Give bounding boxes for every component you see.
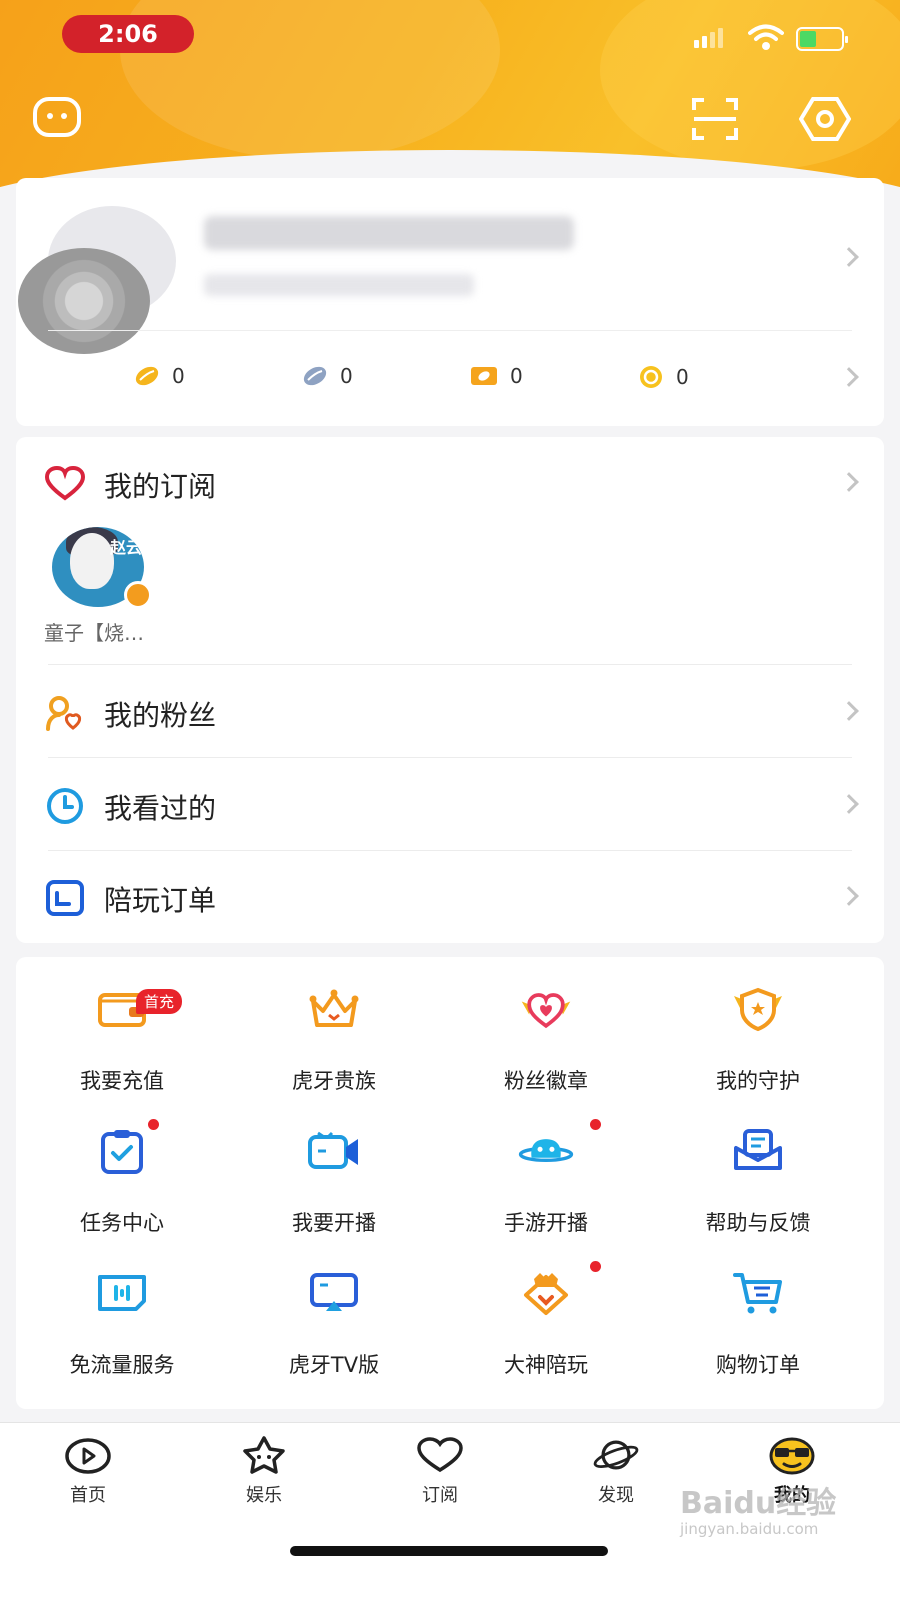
heart-icon [44,463,86,505]
chevron-right-icon [839,701,859,721]
my-fans-row[interactable]: 我的粉丝 [16,666,884,758]
scan-icon[interactable] [688,92,742,146]
crown-icon [306,981,362,1037]
gamepad-icon [518,1123,574,1179]
grid-start-live[interactable]: 我要开播 [228,1115,440,1235]
chevron-right-icon [839,472,859,492]
shield-badge-icon [730,981,786,1037]
status-time: 2:06 [62,15,194,53]
grid-god-play[interactable]: 大神陪玩 [440,1257,652,1377]
cellular-signal-icon [694,28,723,48]
tab-subscribe[interactable]: 订阅 [380,1435,500,1515]
stat-gold-beans[interactable]: 0 [134,364,185,388]
tab-discover[interactable]: 发现 [556,1435,676,1515]
ticket-icon [471,367,497,385]
chevron-right-icon [839,794,859,814]
live-signal-icon [124,581,152,609]
grid-fan-badge[interactable]: 粉丝徽章 [440,973,652,1093]
grid-tv-version[interactable]: 虎牙TV版 [228,1257,440,1377]
profile-card[interactable]: 0 0 0 0 [16,178,884,426]
avatar[interactable] [18,248,150,354]
god-badge-icon [518,1265,574,1321]
chevron-right-icon [839,886,859,906]
star-tab-icon [240,1435,288,1475]
chevron-right-icon [839,367,859,387]
watch-history-row[interactable]: 我看过的 [16,759,884,851]
play-orders-row[interactable]: 陪玩订单 [16,851,884,943]
clock-icon [44,785,86,827]
tv-icon [306,1265,362,1321]
tab-home[interactable]: 首页 [28,1435,148,1515]
silver-bean-icon [303,366,327,386]
notification-dot [590,1119,601,1130]
home-indicator[interactable] [290,1546,608,1556]
stat-coins[interactable]: 0 [638,364,689,390]
streamer-name[interactable]: 童子【烧… [44,617,144,646]
chevron-right-icon [839,247,859,267]
planet-tab-icon [592,1435,640,1475]
heart-badge-icon [518,981,574,1037]
message-bubble-icon[interactable] [30,92,84,146]
sim-card-icon [94,1265,150,1321]
settings-icon[interactable] [798,92,852,146]
watermark: Baidu经验 [680,1486,837,1521]
features-grid-card: 首充 我要充值 虎牙贵族 粉丝徽章 我的守护 任务中心 我要开播 手游开播 帮助… [16,957,884,1409]
fans-icon [44,692,86,734]
feedback-icon [730,1123,786,1179]
gold-bean-icon [135,366,159,386]
grid-mobile-game-live[interactable]: 手游开播 [440,1115,652,1235]
tab-entertainment[interactable]: 娱乐 [204,1435,324,1515]
my-subscriptions-row[interactable]: 我的订阅 [16,437,884,529]
first-recharge-tag: 首充 [136,989,183,1014]
user-subtitle-blurred [204,274,474,296]
grid-recharge[interactable]: 首充 我要充值 [16,973,228,1093]
menu-list-card: 我的订阅 赵云 童子【烧… 我的粉丝 我看过的 陪玩订单 [16,437,884,943]
stat-silver-beans[interactable]: 0 [302,364,353,388]
heart-tab-icon [416,1435,464,1475]
home-tab-icon [64,1435,112,1475]
watermark-url: jingyan.baidu.com [680,1520,819,1538]
coin-icon [640,366,662,388]
grid-noble[interactable]: 虎牙贵族 [228,973,440,1093]
battery-icon [796,27,848,51]
stat-tickets[interactable]: 0 [470,364,523,388]
username-blurred [204,216,574,250]
grid-task-center[interactable]: 任务中心 [16,1115,228,1235]
grid-guardian[interactable]: 我的守护 [652,973,864,1093]
order-list-icon [44,877,86,919]
camera-icon [306,1123,362,1179]
task-clipboard-icon [94,1123,150,1179]
grid-shopping-orders[interactable]: 购物订单 [652,1257,864,1377]
notification-dot [148,1119,159,1130]
wifi-icon [748,24,784,56]
shopping-cart-icon [730,1265,786,1321]
notification-dot [590,1261,601,1272]
me-tab-icon [768,1435,816,1475]
grid-help-feedback[interactable]: 帮助与反馈 [652,1115,864,1235]
grid-free-data[interactable]: 免流量服务 [16,1257,228,1377]
